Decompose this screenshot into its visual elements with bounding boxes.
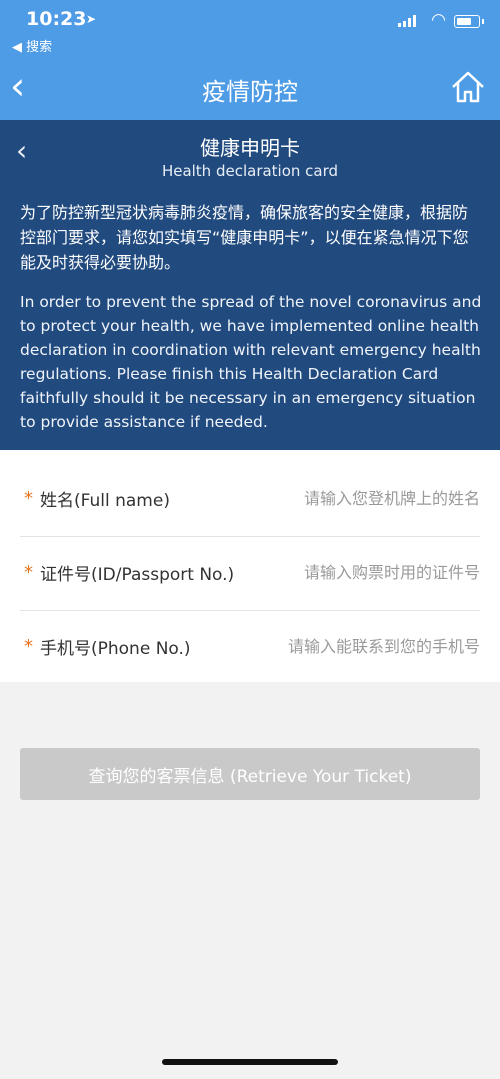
health-card-banner: ‹ 健康申明卡 Health declaration card 为了防控新型冠状…: [0, 120, 500, 450]
retrieve-ticket-button[interactable]: 查询您的客票信息 (Retrieve Your Ticket): [20, 748, 480, 800]
required-mark: *: [24, 636, 33, 657]
phone-number-label: 手机号(Phone No.): [40, 639, 191, 659]
required-mark: *: [24, 488, 33, 509]
home-indicator[interactable]: [162, 1059, 338, 1065]
battery-icon: [454, 15, 484, 28]
home-icon[interactable]: [450, 70, 486, 104]
phone-number-input[interactable]: [270, 630, 480, 662]
wifi-icon: ◠: [431, 10, 446, 30]
declaration-form: * 姓名(Full name) * 证件号(ID/Passport No.) *…: [0, 450, 500, 682]
intro-text-chinese: 为了防控新型冠状病毒肺炎疫情，确保旅客的安全健康，根据防控部门要求，请您如实填写…: [20, 203, 469, 272]
full-name-row: * 姓名(Full name): [20, 462, 480, 537]
full-name-label: 姓名(Full name): [40, 491, 170, 511]
full-name-input[interactable]: [270, 482, 480, 514]
id-number-row: * 证件号(ID/Passport No.): [20, 536, 480, 611]
page-title: 疫情防控: [202, 78, 298, 106]
intro-text-english: In order to prevent the spread of the no…: [20, 293, 482, 431]
cellular-signal-icon: [398, 15, 416, 27]
navigation-bar: ‹ 疫情防控: [0, 58, 500, 120]
id-number-input[interactable]: [270, 556, 480, 588]
back-to-app-link[interactable]: ◀ 搜索: [12, 36, 52, 55]
location-arrow-icon: ➤: [86, 12, 97, 26]
status-bar: 10:23 ➤ ◀ 搜索 ◠: [0, 0, 500, 58]
id-number-label: 证件号(ID/Passport No.): [40, 565, 235, 585]
card-title: 健康申明卡: [200, 136, 300, 160]
status-time: 10:23: [26, 8, 87, 30]
phone-number-row: * 手机号(Phone No.): [20, 610, 480, 684]
card-subtitle: Health declaration card: [161, 162, 339, 180]
required-mark: *: [24, 562, 33, 583]
